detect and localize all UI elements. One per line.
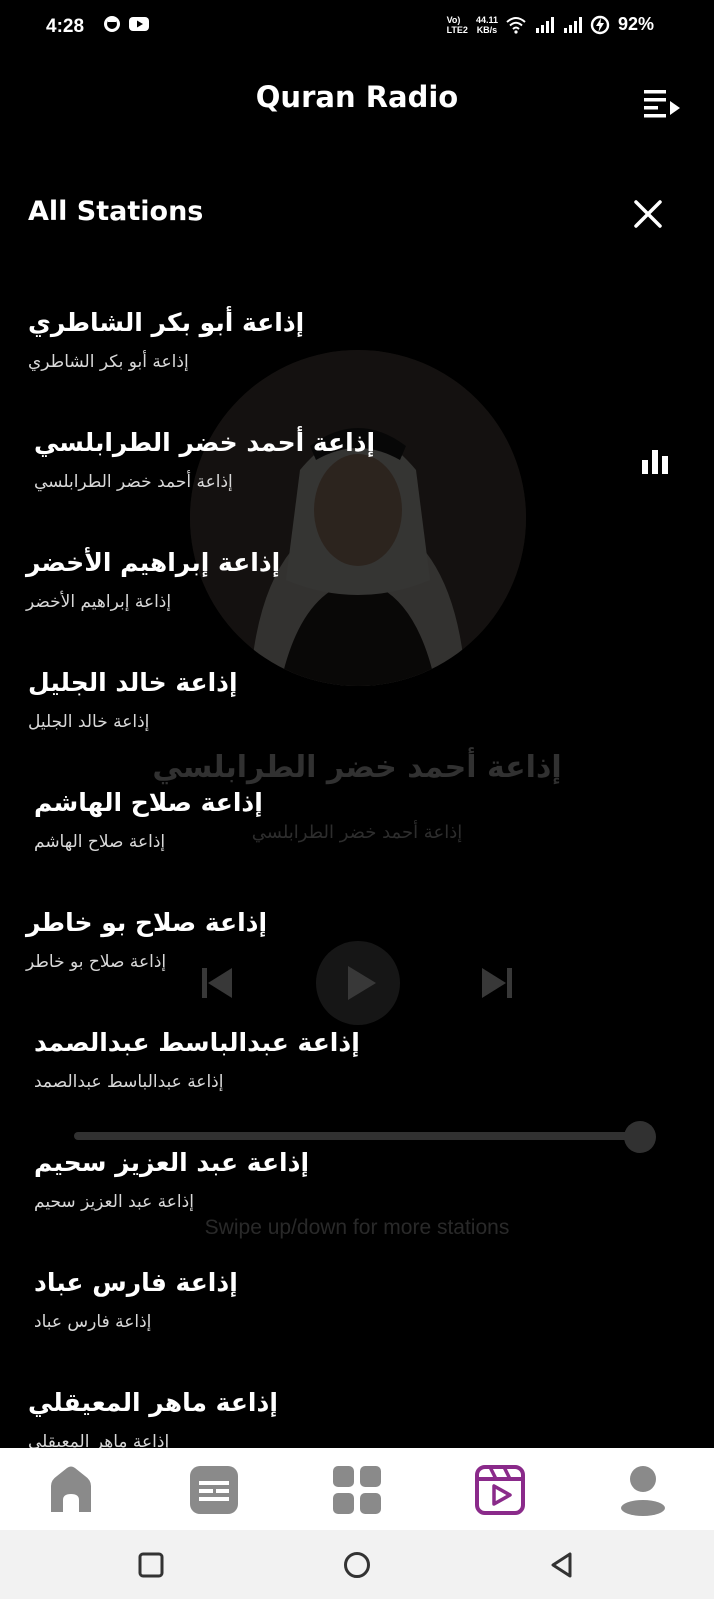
grid-icon[interactable] (331, 1464, 383, 1516)
station-subtitle: إذاعة أحمد خضر الطرابلسي (34, 472, 233, 492)
station-name: إذاعة ماهر المعيقلي (28, 1388, 278, 1417)
recent-apps-icon[interactable] (136, 1550, 166, 1580)
status-time: 4:28 (46, 16, 85, 37)
station-name: إذاعة فارس عباد (34, 1268, 238, 1297)
wifi-icon (506, 16, 526, 34)
station-item[interactable]: إذاعة أبو بكر الشاطري إذاعة أبو بكر الشاط… (0, 300, 714, 410)
battery-level: 92% (617, 14, 654, 34)
youtube-icon (129, 17, 149, 31)
station-name: إذاعة صلاح بو خاطر (26, 908, 268, 937)
bottom-nav (0, 1448, 714, 1530)
station-subtitle: إذاعة أبو بكر الشاطري (28, 352, 189, 372)
volte-label: Vo) (446, 14, 461, 25)
station-item[interactable]: إذاعة خالد الجليل إذاعة خالد الجليل (0, 660, 714, 770)
station-subtitle: إذاعة إبراهيم الأخضر (26, 592, 172, 612)
now-playing-icon (642, 450, 668, 474)
video-play-icon[interactable] (474, 1464, 526, 1516)
station-name: إذاعة عبد العزيز سحيم (34, 1148, 310, 1177)
station-name: إذاعة أبو بكر الشاطري (28, 308, 305, 337)
back-icon[interactable] (548, 1550, 578, 1580)
status-indicators: Vo) LTE2 44.11 KB/s 92% (447, 14, 654, 35)
stations-panel-title: All Stations (28, 196, 204, 227)
system-nav-bar (0, 1530, 714, 1599)
signal-2-icon (563, 16, 582, 33)
station-name: إذاعة صلاح الهاشم (34, 788, 263, 817)
queue-music-icon[interactable] (640, 84, 684, 124)
net-speed-unit: KB/s (476, 24, 498, 35)
status-bar: 4:28 Vo) LTE2 44.11 KB/s 92% (0, 0, 714, 56)
app-title: Quran Radio (255, 80, 459, 114)
station-name: إذاعة عبدالباسط عبدالصمد (34, 1028, 360, 1057)
station-name: إذاعة أحمد خضر الطرابلسي (34, 428, 376, 457)
station-item[interactable]: إذاعة فارس عباد إذاعة فارس عباد (0, 1260, 714, 1370)
station-item[interactable]: إذاعة إبراهيم الأخضر إذاعة إبراهيم الأخضر (0, 540, 714, 650)
signal-icon (535, 16, 554, 33)
station-subtitle: إذاعة خالد الجليل (28, 712, 150, 732)
station-subtitle: إذاعة عبدالباسط عبدالصمد (34, 1072, 224, 1092)
station-name: إذاعة خالد الجليل (28, 668, 238, 697)
station-item[interactable]: إذاعة صلاح الهاشم إذاعة صلاح الهاشم (0, 780, 714, 890)
station-subtitle: إذاعة فارس عباد (34, 1312, 152, 1332)
close-icon[interactable] (628, 194, 668, 234)
station-subtitle: إذاعة عبد العزيز سحيم (34, 1192, 194, 1212)
profile-icon[interactable] (617, 1464, 669, 1516)
station-subtitle: إذاعة صلاح الهاشم (34, 832, 166, 852)
home-icon[interactable] (45, 1464, 97, 1516)
app-notification-icon (104, 16, 120, 32)
station-item[interactable]: إذاعة أحمد خضر الطرابلسي إذاعة أحمد خضر ا… (0, 420, 714, 530)
station-item[interactable]: إذاعة عبد العزيز سحيم إذاعة عبد العزيز سح… (0, 1140, 714, 1250)
lte-label: LTE2 (446, 24, 468, 35)
home-button-icon[interactable] (342, 1550, 372, 1580)
station-name: إذاعة إبراهيم الأخضر (26, 548, 281, 577)
station-item[interactable]: إذاعة صلاح بو خاطر إذاعة صلاح بو خاطر (0, 900, 714, 1010)
station-item[interactable]: إذاعة عبدالباسط عبدالصمد إذاعة عبدالباسط … (0, 1020, 714, 1130)
battery-saver-icon (590, 15, 610, 34)
net-speed-value: 44.11 (475, 14, 498, 25)
article-icon[interactable] (188, 1464, 240, 1516)
station-subtitle: إذاعة صلاح بو خاطر (26, 952, 167, 972)
station-item[interactable]: إذاعة ماهر المعيقلي إذاعة ماهر المعيقلي (0, 1380, 714, 1450)
stations-list[interactable]: إذاعة أبو بكر الشاطري إذاعة أبو بكر الشاط… (0, 300, 714, 1450)
